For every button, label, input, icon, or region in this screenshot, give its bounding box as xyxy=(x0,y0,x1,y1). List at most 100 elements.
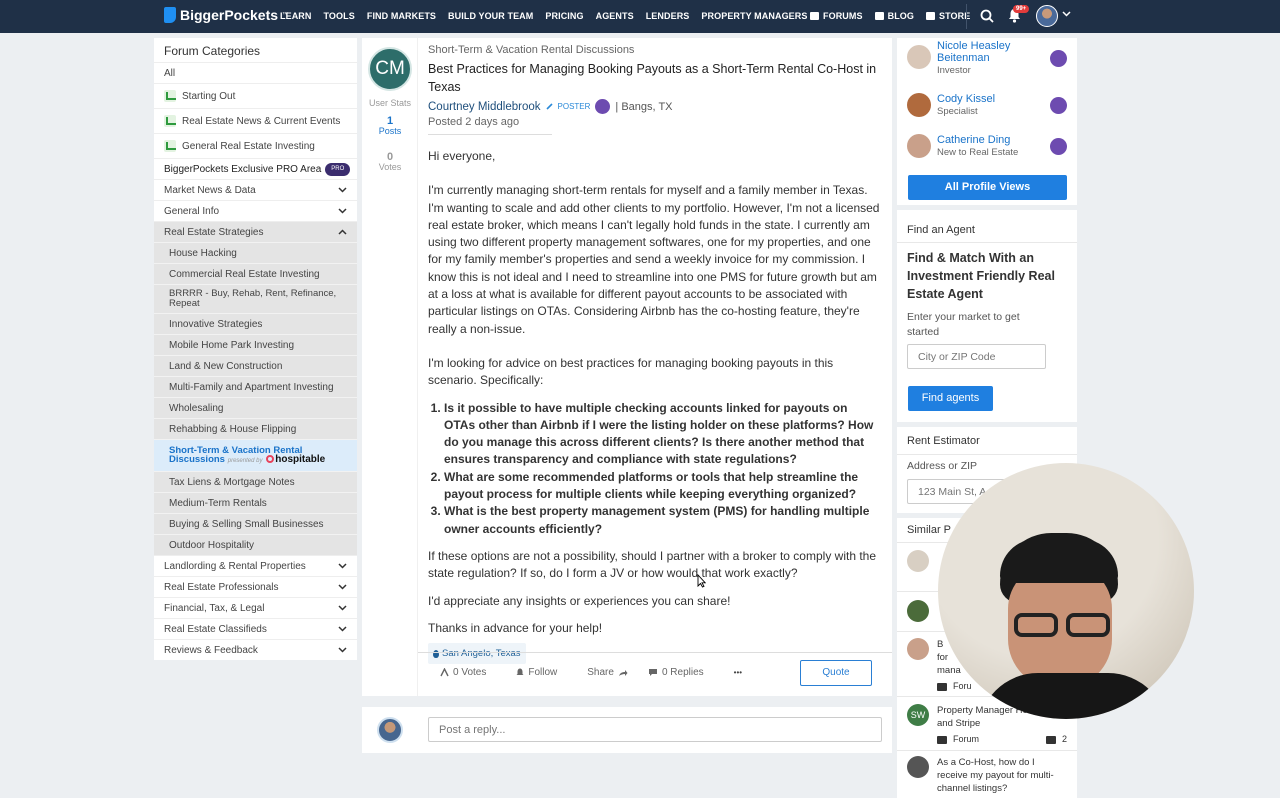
post-body: Short-Term & Vacation Rental Discussions… xyxy=(428,44,880,665)
sidebar-item-brrrr[interactable]: BRRRR - Buy, Rehab, Rent, Refinance, Rep… xyxy=(154,284,357,313)
agent-location-input[interactable] xyxy=(907,344,1046,369)
forum-icon xyxy=(937,735,947,744)
sidebar-group-professionals[interactable]: Real Estate Professionals xyxy=(154,576,357,597)
sidebar-item-tax-liens[interactable]: Tax Liens & Mortgage Notes xyxy=(154,471,357,492)
pro-member-badge-icon xyxy=(1050,97,1067,114)
location-tag-label: San Angelo, Texas xyxy=(442,648,521,660)
chevron-up-icon xyxy=(338,229,347,235)
sidebar-item-starting-out[interactable]: Starting Out xyxy=(154,83,357,108)
vote-button[interactable]: 0 Votes xyxy=(440,667,486,678)
nav-store[interactable]: STORE xyxy=(926,11,970,21)
sidebar-item-house-hacking[interactable]: House Hacking xyxy=(154,242,357,263)
all-profile-views-button[interactable]: All Profile Views xyxy=(908,175,1067,200)
avatar xyxy=(907,93,931,117)
sidebar-group-general-info[interactable]: General Info xyxy=(154,200,357,221)
search-icon[interactable] xyxy=(980,9,994,23)
post-paragraph-2: I'm looking for advice on best practices… xyxy=(428,355,834,388)
similar-posts-title: Similar P xyxy=(907,524,952,536)
sidebar-group-label: Real Estate Strategies xyxy=(164,227,264,238)
sidebar-item-medium-term[interactable]: Medium-Term Rentals xyxy=(154,492,357,513)
profile-name[interactable]: Nicole Heasley Beitenman xyxy=(937,40,1047,64)
post-title: Best Practices for Managing Booking Payo… xyxy=(428,62,877,94)
post-category[interactable]: Short-Term & Vacation Rental Discussions xyxy=(428,44,880,56)
mouse-cursor-icon xyxy=(697,574,706,588)
sidebar-item-wholesaling[interactable]: Wholesaling xyxy=(154,397,357,418)
avatar xyxy=(907,600,929,622)
biggerpockets-logo[interactable]: BiggerPockets ™ xyxy=(164,7,288,23)
profile-view-item[interactable]: Catherine Ding New to Real Estate xyxy=(907,134,1018,158)
nav-forums[interactable]: FORUMS xyxy=(810,11,863,21)
profile-name[interactable]: Cody Kissel xyxy=(937,93,995,105)
find-agents-button[interactable]: Find agents xyxy=(908,386,993,411)
nav-pricing[interactable]: PRICING xyxy=(545,11,583,21)
follow-button[interactable]: Follow xyxy=(516,667,557,678)
nav-lenders[interactable]: LENDERS xyxy=(646,11,690,21)
forum-post: CM User Stats 1 Posts 0 Votes Short-Term… xyxy=(362,38,892,696)
chart-icon xyxy=(164,115,176,127)
author-name[interactable]: Courtney Middlebrook xyxy=(428,101,541,113)
find-agent-heading: Find & Match With an Investment Friendly… xyxy=(907,251,1055,301)
sidebar-item-short-term-active[interactable]: Short-Term & Vacation Rental Discussions… xyxy=(154,439,357,471)
quote-button[interactable]: Quote xyxy=(800,660,872,686)
nav-find-markets[interactable]: FIND MARKETS xyxy=(367,11,436,21)
nav-learn[interactable]: LEARN xyxy=(280,11,312,21)
profile-view-item[interactable]: Cody Kissel Specialist xyxy=(907,93,995,117)
sidebar-group-landlording[interactable]: Landlording & Rental Properties xyxy=(154,555,357,576)
nav-blog[interactable]: BLOG xyxy=(874,11,914,21)
presenter-fringe xyxy=(1000,539,1118,583)
sidebar-item-outdoor-hospitality[interactable]: Outdoor Hospitality xyxy=(154,534,357,555)
find-agent-description: Enter your market to get started xyxy=(907,311,1020,338)
sidebar-group-financial[interactable]: Financial, Tax, & Legal xyxy=(154,597,357,618)
hospitable-logo-icon xyxy=(266,455,275,463)
poster-tag: POSTER xyxy=(557,102,591,111)
sidebar-item-all[interactable]: All xyxy=(154,62,357,83)
sidebar-item-mobile-home[interactable]: Mobile Home Park Investing xyxy=(154,334,357,355)
similar-post-title: As a Co-Host, how do I receive my payout… xyxy=(937,757,1054,794)
sidebar-group-classifieds[interactable]: Real Estate Classifieds xyxy=(154,618,357,639)
share-button[interactable]: Share xyxy=(587,667,628,678)
similar-post-item[interactable] xyxy=(907,600,929,622)
sidebar-group-label: General Info xyxy=(164,206,220,217)
profile-name[interactable]: Catherine Ding xyxy=(937,134,1018,146)
sidebar-item-general-investing[interactable]: General Real Estate Investing xyxy=(154,133,357,158)
more-options-button[interactable]: ••• xyxy=(734,668,742,677)
similar-post-item[interactable]: As a Co-Host, how do I receive my payout… xyxy=(907,756,1067,795)
sidebar-item-label: BiggerPockets Exclusive PRO Area xyxy=(164,164,322,175)
chevron-down-icon[interactable] xyxy=(1062,11,1071,17)
avatar xyxy=(907,756,929,778)
sidebar-item-small-businesses[interactable]: Buying & Selling Small Businesses xyxy=(154,513,357,534)
replies-button[interactable]: 0 Replies xyxy=(648,667,704,678)
sidebar-group-reviews[interactable]: Reviews & Feedback xyxy=(154,639,357,660)
nav-tools[interactable]: TOOLS xyxy=(324,11,355,21)
profile-view-item[interactable]: Nicole Heasley Beitenman Investor xyxy=(907,40,1047,76)
sidebar-group-label: Real Estate Professionals xyxy=(164,582,279,593)
sidebar-item-innovative[interactable]: Innovative Strategies xyxy=(154,313,357,334)
current-user-avatar xyxy=(377,717,403,743)
reply-input[interactable] xyxy=(428,717,882,742)
similar-post-item[interactable] xyxy=(907,550,929,572)
divider xyxy=(897,750,1077,751)
nav-agents[interactable]: AGENTS xyxy=(596,11,634,21)
post-paragraph-4: I'd appreciate any insights or experienc… xyxy=(428,593,731,608)
vote-label: 0 Votes xyxy=(453,667,487,678)
nav-build-your-team[interactable]: BUILD YOUR TEAM xyxy=(448,11,533,21)
sidebar-item-land[interactable]: Land & New Construction xyxy=(154,355,357,376)
sidebar-item-news[interactable]: Real Estate News & Current Events xyxy=(154,108,357,133)
sidebar-item-multifamily[interactable]: Multi-Family and Apartment Investing xyxy=(154,376,357,397)
user-avatar[interactable] xyxy=(1036,5,1058,27)
nav-property-managers[interactable]: PROPERTY MANAGERS xyxy=(701,11,807,21)
map-pin-icon xyxy=(433,649,439,658)
sidebar-group-market-news[interactable]: Market News & Data xyxy=(154,179,357,200)
nav-right-links: FORUMS BLOG STORE xyxy=(810,11,970,21)
author-avatar[interactable]: CM xyxy=(368,47,412,91)
sidebar-item-pro-area[interactable]: BiggerPockets Exclusive PRO Area PRO xyxy=(154,158,357,179)
avatar xyxy=(907,134,931,158)
sidebar-item-commercial[interactable]: Commercial Real Estate Investing xyxy=(154,263,357,284)
user-stats-label[interactable]: User Stats xyxy=(362,98,418,108)
profile-role: Specialist xyxy=(937,106,978,117)
divider xyxy=(418,652,892,653)
sidebar-item-rehabbing[interactable]: Rehabbing & House Flipping xyxy=(154,418,357,439)
logo-text: BiggerPockets xyxy=(180,7,279,23)
location-tag[interactable]: San Angelo, Texas xyxy=(428,643,526,665)
sidebar-group-strategies[interactable]: Real Estate Strategies xyxy=(154,221,357,242)
